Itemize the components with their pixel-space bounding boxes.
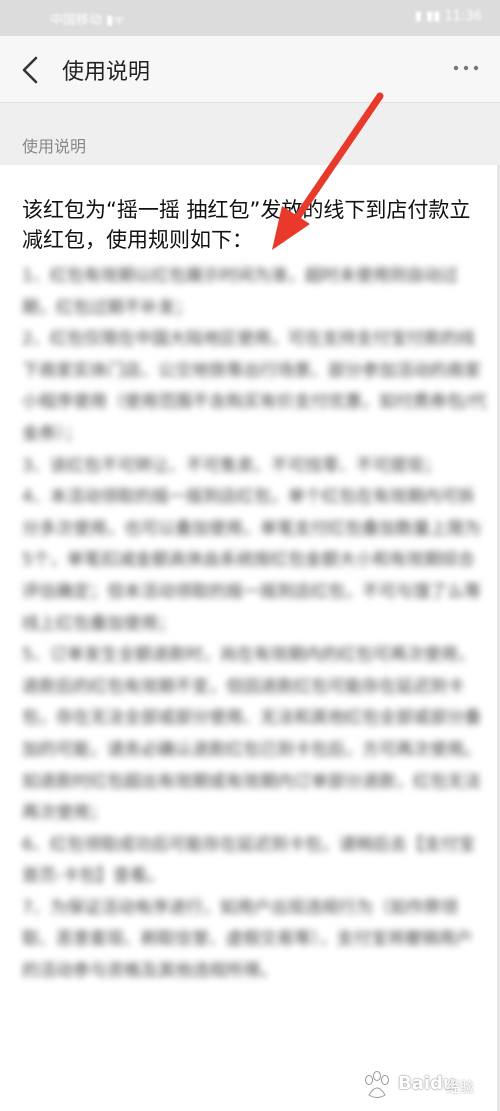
rule-item: 3、该红包不可转让、不可售卖、不可找零、不可提现； <box>22 455 441 476</box>
paw-logo-icon <box>365 1071 389 1098</box>
rule-item: 5、订单发生全额退款时，尚在有效期内的红包可再次使用，退款后的红包有效期不变，但… <box>22 645 481 824</box>
nav-bar: 使用说明 <box>0 36 500 103</box>
rule-item: 1、红包有效期以红包展示时间为准，超时未使用则自动过期，红包过期不补发； <box>22 266 458 318</box>
rules-list: 1、红包有效期以红包展示时间为准，超时未使用则自动过期，红包过期不补发； 2、红… <box>22 261 488 988</box>
rule-item: 2、红包仅限在中国大陆地区使用，可在支持支付宝付款的线下商家实体门店、公交地铁等… <box>22 329 487 444</box>
intro-text: 该红包为“摇一摇 抽红包”发放的线下到店付款立减红包，使用规则如下： <box>22 198 471 252</box>
watermark-sub: 经验 <box>446 1080 474 1096</box>
status-right: ▮ ▮▮ 11:36 <box>414 9 482 24</box>
rule-item: 4、本活动领取的摇一摇到店红包，单个红包在有效期内可拆分多次使用，也可以叠加使用… <box>22 487 481 634</box>
rule-item: 6、红包领取成功后可能存在延迟到卡包，请稍后去【支付宝首页-卡包】查看。 <box>22 834 475 887</box>
carrier-label: 中国移动 ▮ᯤ <box>50 13 126 28</box>
page-title: 使用说明 <box>62 60 151 85</box>
more-options-icon[interactable] <box>452 58 480 78</box>
section-header: 使用说明 <box>0 103 500 165</box>
back-arrow-icon[interactable] <box>18 54 46 86</box>
section-header-label: 使用说明 <box>22 137 87 156</box>
instructions-content: 该红包为“摇一摇 抽红包”发放的线下到店付款立减红包，使用规则如下： 1、红包有… <box>0 165 500 1111</box>
rule-item: 7、为保证活动有序进行，如用户出现违规行为（如作弊领取、恶意套现、刷取信誉、虚假… <box>22 897 473 982</box>
status-bar: 中国移动 ▮ᯤ ▮ ▮▮ 11:36 <box>0 0 500 36</box>
baidu-watermark: Baidu 经验 <box>354 1067 494 1105</box>
